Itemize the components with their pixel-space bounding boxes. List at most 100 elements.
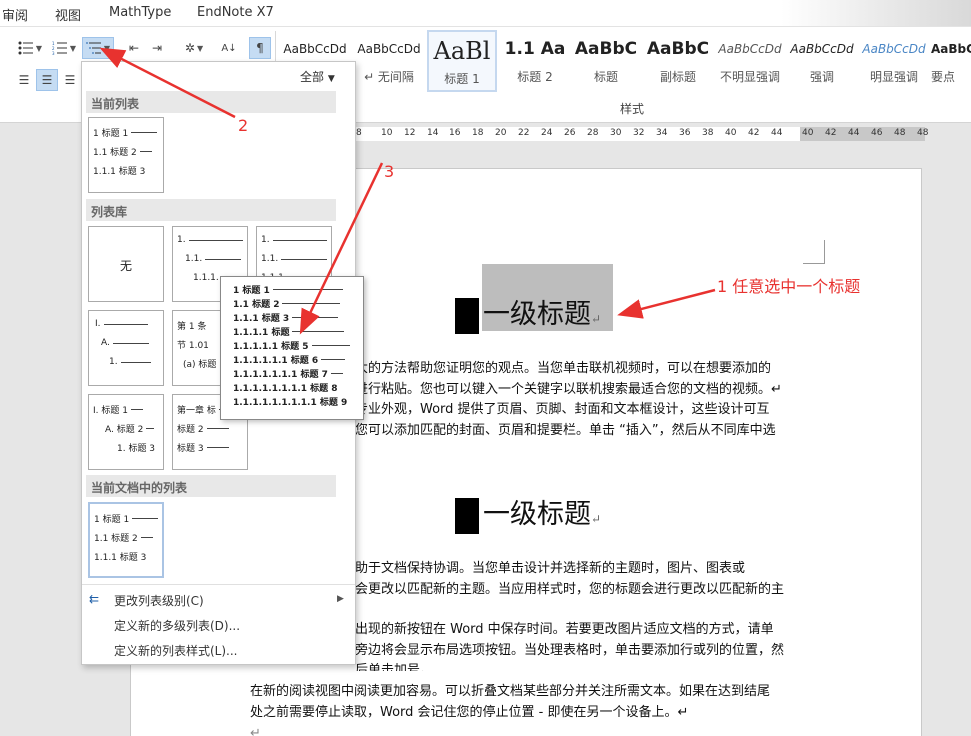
style-heading-1[interactable]: AaBl 标题 1	[427, 30, 497, 92]
current-list-tile[interactable]: 1 标题 1 1.1 标题 2 1.1.1 标题 3	[88, 117, 164, 193]
style-heading-2[interactable]: 1.1 Aa 标题 2	[500, 30, 570, 92]
tab-review[interactable]: 审阅	[2, 5, 28, 24]
paragraph-mark: ↵	[591, 312, 602, 326]
heading-1[interactable]: 一级标题↵	[455, 292, 601, 334]
heading-2[interactable]: 一级标题↵	[455, 492, 601, 534]
styles-group-label: 样式	[620, 102, 645, 116]
list-tile-none[interactable]: 无	[88, 226, 164, 302]
chevron-down-icon: ▼	[327, 74, 335, 84]
ruler-number: 32	[633, 128, 645, 138]
increase-indent-button[interactable]: ⇥	[147, 37, 167, 59]
style-name: 标题	[593, 70, 618, 84]
tab-view[interactable]: 视图	[55, 5, 81, 24]
ruler-number: 38	[702, 128, 714, 138]
none-label: 无	[119, 259, 132, 273]
style-name: 副标题	[659, 70, 696, 84]
paragraph-mark: ↵	[250, 726, 261, 736]
style-subtle-emphasis[interactable]: AaBbCcDd 不明显强调	[715, 30, 785, 92]
style-no-spacing[interactable]: AaBbCcDd ↵ 无间隔	[354, 30, 424, 92]
define-list-style-item[interactable]: 定义新的列表样式(L)...	[114, 642, 238, 659]
ruler-number: 16	[449, 128, 461, 138]
paragraph-line: 专业外观，Word 提供了页眉、页脚、封面和文本框设计，这些设计可互	[355, 402, 770, 417]
style-name: 要点	[931, 70, 956, 84]
ruler-number: 28	[587, 128, 599, 138]
preview-line: 1.1.1.1.1.1.1.1.1 标题 9	[233, 398, 348, 408]
style-strong[interactable]: AaBbCcDd 要点	[931, 30, 971, 92]
list-tile-roman[interactable]: I. A. 1.	[88, 310, 164, 386]
list-preview-popup: 1 标题 1 1.1 标题 2 1.1.1 标题 3 1.1.1.1 标题 1.…	[220, 276, 364, 420]
ruler-number: 42	[825, 128, 837, 138]
list-marker	[455, 497, 479, 534]
tile-line: 1.1.	[185, 254, 242, 264]
numbering-button[interactable]: 1 2 3 ▼	[48, 37, 80, 59]
style-subtitle[interactable]: AaBbC 副标题	[643, 30, 713, 92]
document-list-tile[interactable]: 1 标题 1 1.1 标题 2 1.1.1 标题 3	[88, 502, 164, 578]
preview-line: 1.1.1.1.1.1 标题 6	[233, 353, 346, 366]
align-center-button[interactable]: ☰	[36, 69, 58, 91]
annotation-2: 2	[238, 116, 249, 135]
ruler-number: 14	[427, 128, 439, 138]
list-tile-roman-heading[interactable]: I. 标题 1 A. 标题 2 1. 标题 3	[88, 394, 164, 470]
ruler-number: 20	[495, 128, 507, 138]
style-name: ↵ 无间隔	[364, 70, 414, 84]
paragraph-line: 助于文档保持协调。当您单击设计并选择新的主题时，图片、图表或	[355, 561, 746, 576]
annotation-3: 3	[384, 162, 395, 181]
ruler-number: 24	[541, 128, 553, 138]
tab-endnote[interactable]: EndNote X7	[197, 5, 274, 20]
bullets-icon	[18, 41, 33, 55]
tile-line: 标题 2	[177, 422, 229, 435]
bullets-button[interactable]: ▼	[14, 37, 46, 59]
ruler-number: 22	[518, 128, 530, 138]
paragraph-line: 在新的阅读视图中阅读更加容易。可以折叠文档某些部分并关注所需文本。如果在达到结尾	[250, 684, 771, 699]
align-right-button[interactable]: ☰	[60, 69, 80, 91]
change-level-icon: ⇇	[89, 592, 100, 606]
tile-line: 1.1 标题 2	[93, 145, 152, 158]
multilevel-list-button[interactable]: ▼	[82, 37, 114, 59]
chevron-down-icon: ▼	[35, 43, 43, 53]
styles-gallery: AaBbCcDd AaBbCcDd ↵ 无间隔 AaBl 标题 1 1.1 Aa…	[278, 30, 971, 94]
ruler-number: 40	[802, 128, 814, 138]
tile-line: 标题 3	[177, 441, 229, 454]
preview-line: 1.1.1.1.1 标题 5	[233, 339, 350, 352]
style-emphasis[interactable]: AaBbCcDd 强调	[787, 30, 857, 92]
decrease-indent-button[interactable]: ⇤	[124, 37, 144, 59]
style-preview: AaBbC	[646, 39, 710, 59]
ruler-number: 48	[917, 128, 929, 138]
title-decoration	[781, 0, 971, 26]
align-left-icon: ☰	[18, 73, 30, 87]
style-title[interactable]: AaBbC 标题	[571, 30, 641, 92]
ribbon-tabs: 审阅 视图 MathType EndNote X7	[0, 0, 971, 26]
list-marker	[455, 297, 479, 334]
show-marks-button[interactable]: ¶	[249, 37, 271, 59]
define-multilevel-list-item[interactable]: 定义新的多级列表(D)...	[114, 617, 240, 634]
chevron-down-icon: ▼	[196, 43, 204, 53]
align-right-icon: ☰	[64, 73, 76, 87]
ruler-number: 42	[748, 128, 760, 138]
paragraph-line: 大的方法帮助您证明您的观点。当您单击联机视频时，可以在想要添加的	[355, 361, 772, 376]
ruler-number: 30	[610, 128, 622, 138]
chevron-down-icon: ▼	[69, 43, 77, 53]
tile-line: 1.1 标题 2	[94, 531, 153, 544]
paragraph-line: 出现的新按钮在 Word 中保存时间。若要更改图片适应文档的方式，请单	[355, 622, 774, 637]
section-list-library: 列表库	[86, 199, 336, 221]
tile-line: 1.	[177, 235, 243, 245]
chinese-layout-icon: ✲	[184, 41, 195, 55]
style-preview: AaBbCcDd	[931, 42, 971, 56]
style-preview: 1.1 Aa	[504, 39, 566, 59]
ruler-number: 12	[404, 128, 416, 138]
sort-button[interactable]: A↓	[219, 37, 239, 59]
filter-all-dropdown[interactable]: 全部 ▼	[300, 68, 335, 85]
align-left-button[interactable]: ☰	[14, 69, 34, 91]
preview-line: 1.1.1.1.1.1.1 标题 7	[233, 367, 343, 380]
ruler-number: 36	[679, 128, 691, 138]
change-list-level-item[interactable]: 更改列表级别(C)	[114, 592, 204, 609]
paragraph-line: 会更改以匹配新的主题。当应用样式时，您的标题会进行更改以匹配新的主	[355, 582, 785, 597]
tab-mathtype[interactable]: MathType	[109, 5, 171, 20]
section-current-list: 当前列表	[86, 91, 336, 113]
style-intense-emphasis[interactable]: AaBbCcDd 明显强调	[859, 30, 929, 92]
chinese-layout-button[interactable]: ✲ ▼	[178, 37, 210, 59]
tile-line: I. 标题 1	[93, 403, 143, 416]
tile-line: 1.1.	[261, 254, 328, 264]
ruler-number: 40	[725, 128, 737, 138]
heading-text: 一级标题	[483, 499, 591, 530]
